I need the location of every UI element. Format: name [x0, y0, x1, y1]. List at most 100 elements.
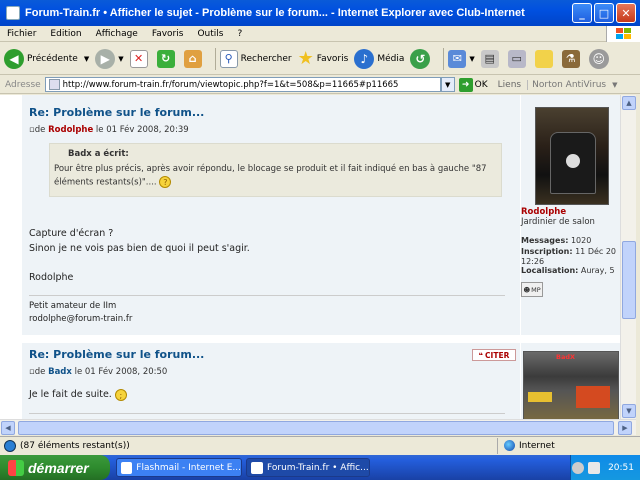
avatar: [535, 107, 609, 205]
taskbar: démarrer Flashmail - Internet E... Forum…: [0, 455, 640, 480]
search-icon: ⚲: [219, 49, 238, 68]
avatar-tag: BadX: [556, 353, 576, 361]
ie-icon: [251, 461, 263, 474]
toolbar-separator: [214, 47, 216, 70]
speaker-icon[interactable]: [588, 461, 601, 474]
edit-button[interactable]: ▭: [507, 49, 529, 68]
network-icon[interactable]: [572, 461, 585, 474]
go-label: OK: [474, 79, 488, 90]
maximize-button[interactable]: □: [594, 3, 614, 23]
scroll-down-arrow[interactable]: ▼: [622, 404, 636, 418]
research-button[interactable]: ⚗: [561, 49, 583, 68]
refresh-button[interactable]: ↻: [156, 49, 178, 68]
norton-antivirus-button[interactable]: Norton AntiVirus ▼: [527, 79, 618, 90]
horizontal-scroll-thumb[interactable]: [18, 421, 614, 435]
start-button[interactable]: démarrer: [0, 455, 110, 480]
search-button[interactable]: ⚲ Rechercher: [219, 49, 292, 68]
quote-button[interactable]: ❝ CITER: [472, 349, 516, 361]
localisation-label: Localisation:: [521, 266, 579, 275]
meta-prefix: de: [34, 367, 46, 377]
forward-arrow-icon: ▶: [95, 48, 116, 69]
post-text: Je le fait de suite. ;: [29, 387, 127, 402]
taskbar-item-flashmail[interactable]: Flashmail - Internet E...: [116, 458, 242, 477]
window-title: Forum-Train.fr • Afficher le sujet - Pro…: [25, 7, 525, 19]
notes-button[interactable]: [534, 49, 556, 68]
close-button[interactable]: ✕: [616, 3, 636, 23]
history-icon: ↺: [410, 48, 431, 69]
address-input[interactable]: http://www.forum-train.fr/forum/viewtopi…: [44, 77, 441, 92]
task-label: Flashmail - Internet E...: [136, 462, 241, 473]
scroll-up-arrow[interactable]: ▲: [622, 96, 636, 110]
address-dropdown-button[interactable]: ▼: [440, 77, 455, 92]
horizontal-scrollbar[interactable]: ◀ ▶: [0, 419, 636, 435]
quote-author: Badx a écrit:: [68, 149, 129, 159]
scroll-left-arrow[interactable]: ◀: [1, 421, 15, 435]
title-bar[interactable]: Forum-Train.fr • Afficher le sujet - Pro…: [0, 0, 640, 26]
home-icon: ⌂: [183, 49, 202, 68]
media-button[interactable]: ♪ Média: [354, 48, 405, 69]
vertical-scrollbar[interactable]: ▲ ▼: [620, 95, 636, 419]
post-date: le 01 Fév 2008, 20:50: [74, 367, 168, 377]
messenger-button[interactable]: ☺: [588, 48, 612, 69]
history-button[interactable]: ↺: [410, 48, 433, 69]
post-title[interactable]: Re: Problème sur le forum...: [29, 348, 204, 361]
page-content: Re: Problème sur le forum... ▫de Rodolph…: [0, 95, 630, 419]
chevron-down-icon[interactable]: ▼: [612, 81, 617, 89]
menu-help[interactable]: ?: [230, 29, 249, 39]
minimize-button[interactable]: _: [572, 3, 592, 23]
post-author[interactable]: Rodolphe: [48, 125, 93, 135]
forward-button[interactable]: ▶ ▼: [95, 48, 124, 69]
localisation-value: Auray, 5: [580, 266, 615, 275]
print-button[interactable]: ▤: [480, 49, 502, 68]
private-message-button[interactable]: ☻ MP: [521, 282, 543, 297]
chevron-down-icon[interactable]: ▼: [118, 55, 123, 63]
menu-edition[interactable]: Edition: [43, 29, 88, 39]
vertical-scroll-thumb[interactable]: [622, 241, 636, 319]
star-icon: ★: [297, 48, 314, 69]
post-text-line: Capture d'écran ?: [29, 228, 114, 239]
back-label: Précédente: [27, 53, 78, 64]
menu-outils[interactable]: Outils: [190, 29, 230, 39]
scroll-right-arrow[interactable]: ▶: [618, 421, 632, 435]
profile-rank: Jardinier de salon: [521, 217, 595, 227]
profile-name[interactable]: Rodolphe: [521, 207, 566, 217]
edit-icon: ▭: [507, 49, 526, 68]
user-icon: ☻: [523, 285, 531, 294]
taskbar-item-forum-train[interactable]: Forum-Train.fr • Affic...: [246, 458, 370, 477]
status-bar: (87 éléments restant(s)) Internet: [0, 436, 640, 454]
messenger-icon: ☺: [588, 48, 609, 69]
media-label: Média: [377, 53, 405, 64]
status-text-panel: (87 éléments restant(s)): [0, 437, 498, 454]
links-button[interactable]: Liens: [498, 80, 521, 90]
author-profile: BadX: [520, 343, 620, 419]
favorites-button[interactable]: ★ Favoris: [298, 48, 349, 69]
start-label: démarrer: [28, 459, 89, 476]
inscription-date: 11 Déc 20: [575, 247, 617, 256]
avatar: BadX: [523, 351, 619, 419]
mail-button[interactable]: ✉ ▼: [448, 49, 475, 68]
media-icon: ♪: [354, 48, 375, 69]
post-author[interactable]: Badx: [48, 367, 72, 377]
stop-button[interactable]: ✕: [129, 49, 151, 68]
menu-fichier[interactable]: Fichier: [0, 29, 43, 39]
menu-favoris[interactable]: Favoris: [145, 29, 191, 39]
inscription-label: Inscription:: [521, 247, 573, 256]
mail-icon: ✉: [448, 49, 467, 68]
search-label: Rechercher: [240, 53, 292, 64]
signature-email[interactable]: rodolphe@forum-train.fr: [29, 313, 132, 326]
post-text-line: Sinon je ne vois pas bien de quoi il peu…: [29, 243, 250, 254]
favorites-label: Favoris: [316, 53, 349, 64]
research-icon: ⚗: [561, 49, 580, 68]
back-button[interactable]: ◀ Précédente ▼: [4, 48, 89, 69]
locomotive-lamp: [566, 154, 580, 168]
post-title[interactable]: Re: Problème sur le forum...: [29, 106, 204, 119]
wink-smiley-icon: ;: [114, 388, 127, 401]
chevron-down-icon[interactable]: ▼: [469, 55, 474, 63]
status-zone-panel: Internet: [498, 438, 555, 454]
home-button[interactable]: ⌂: [183, 49, 205, 68]
chevron-down-icon[interactable]: ▼: [84, 55, 89, 63]
system-tray: 20:51: [570, 455, 640, 480]
go-button[interactable]: ➜ OK: [458, 77, 488, 92]
menu-affichage[interactable]: Affichage: [89, 29, 145, 39]
clock[interactable]: 20:51: [608, 463, 634, 473]
